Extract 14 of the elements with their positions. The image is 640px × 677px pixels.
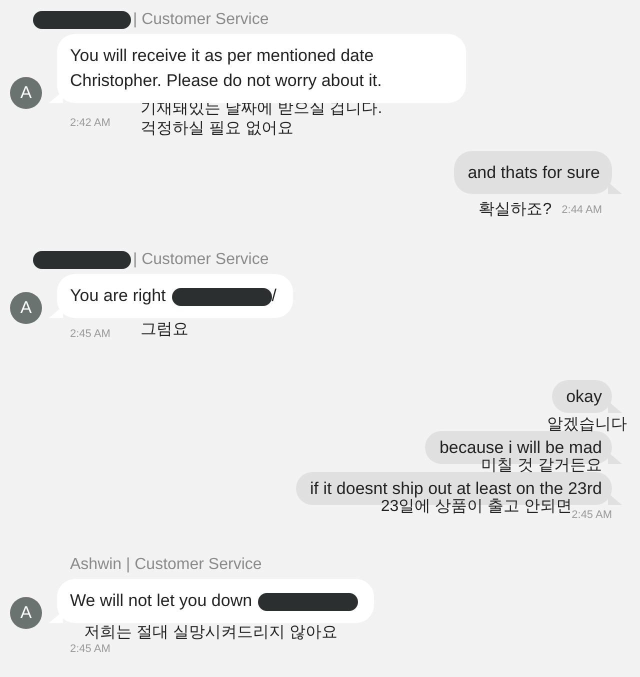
- timestamp: 2:45 AM: [572, 509, 612, 521]
- sender-name: Ashwin | Customer Service: [70, 556, 262, 574]
- timestamp: 2:45 AM: [70, 643, 110, 655]
- translation: 저희는 절대 실망시켜드리지 않아요: [84, 623, 338, 643]
- sender-name: | Customer Service: [133, 11, 269, 29]
- avatar: A: [10, 597, 42, 629]
- timestamp: 2:42 AM: [70, 117, 110, 129]
- avatar: A: [10, 292, 42, 324]
- sender-name: | Customer Service: [133, 251, 269, 269]
- timestamp: 2:44 AM: [562, 204, 602, 216]
- translation: 확실하죠?: [478, 200, 552, 220]
- avatar: A: [10, 77, 42, 109]
- translation: 그럼요: [140, 320, 188, 340]
- timestamp: 2:45 AM: [70, 328, 110, 340]
